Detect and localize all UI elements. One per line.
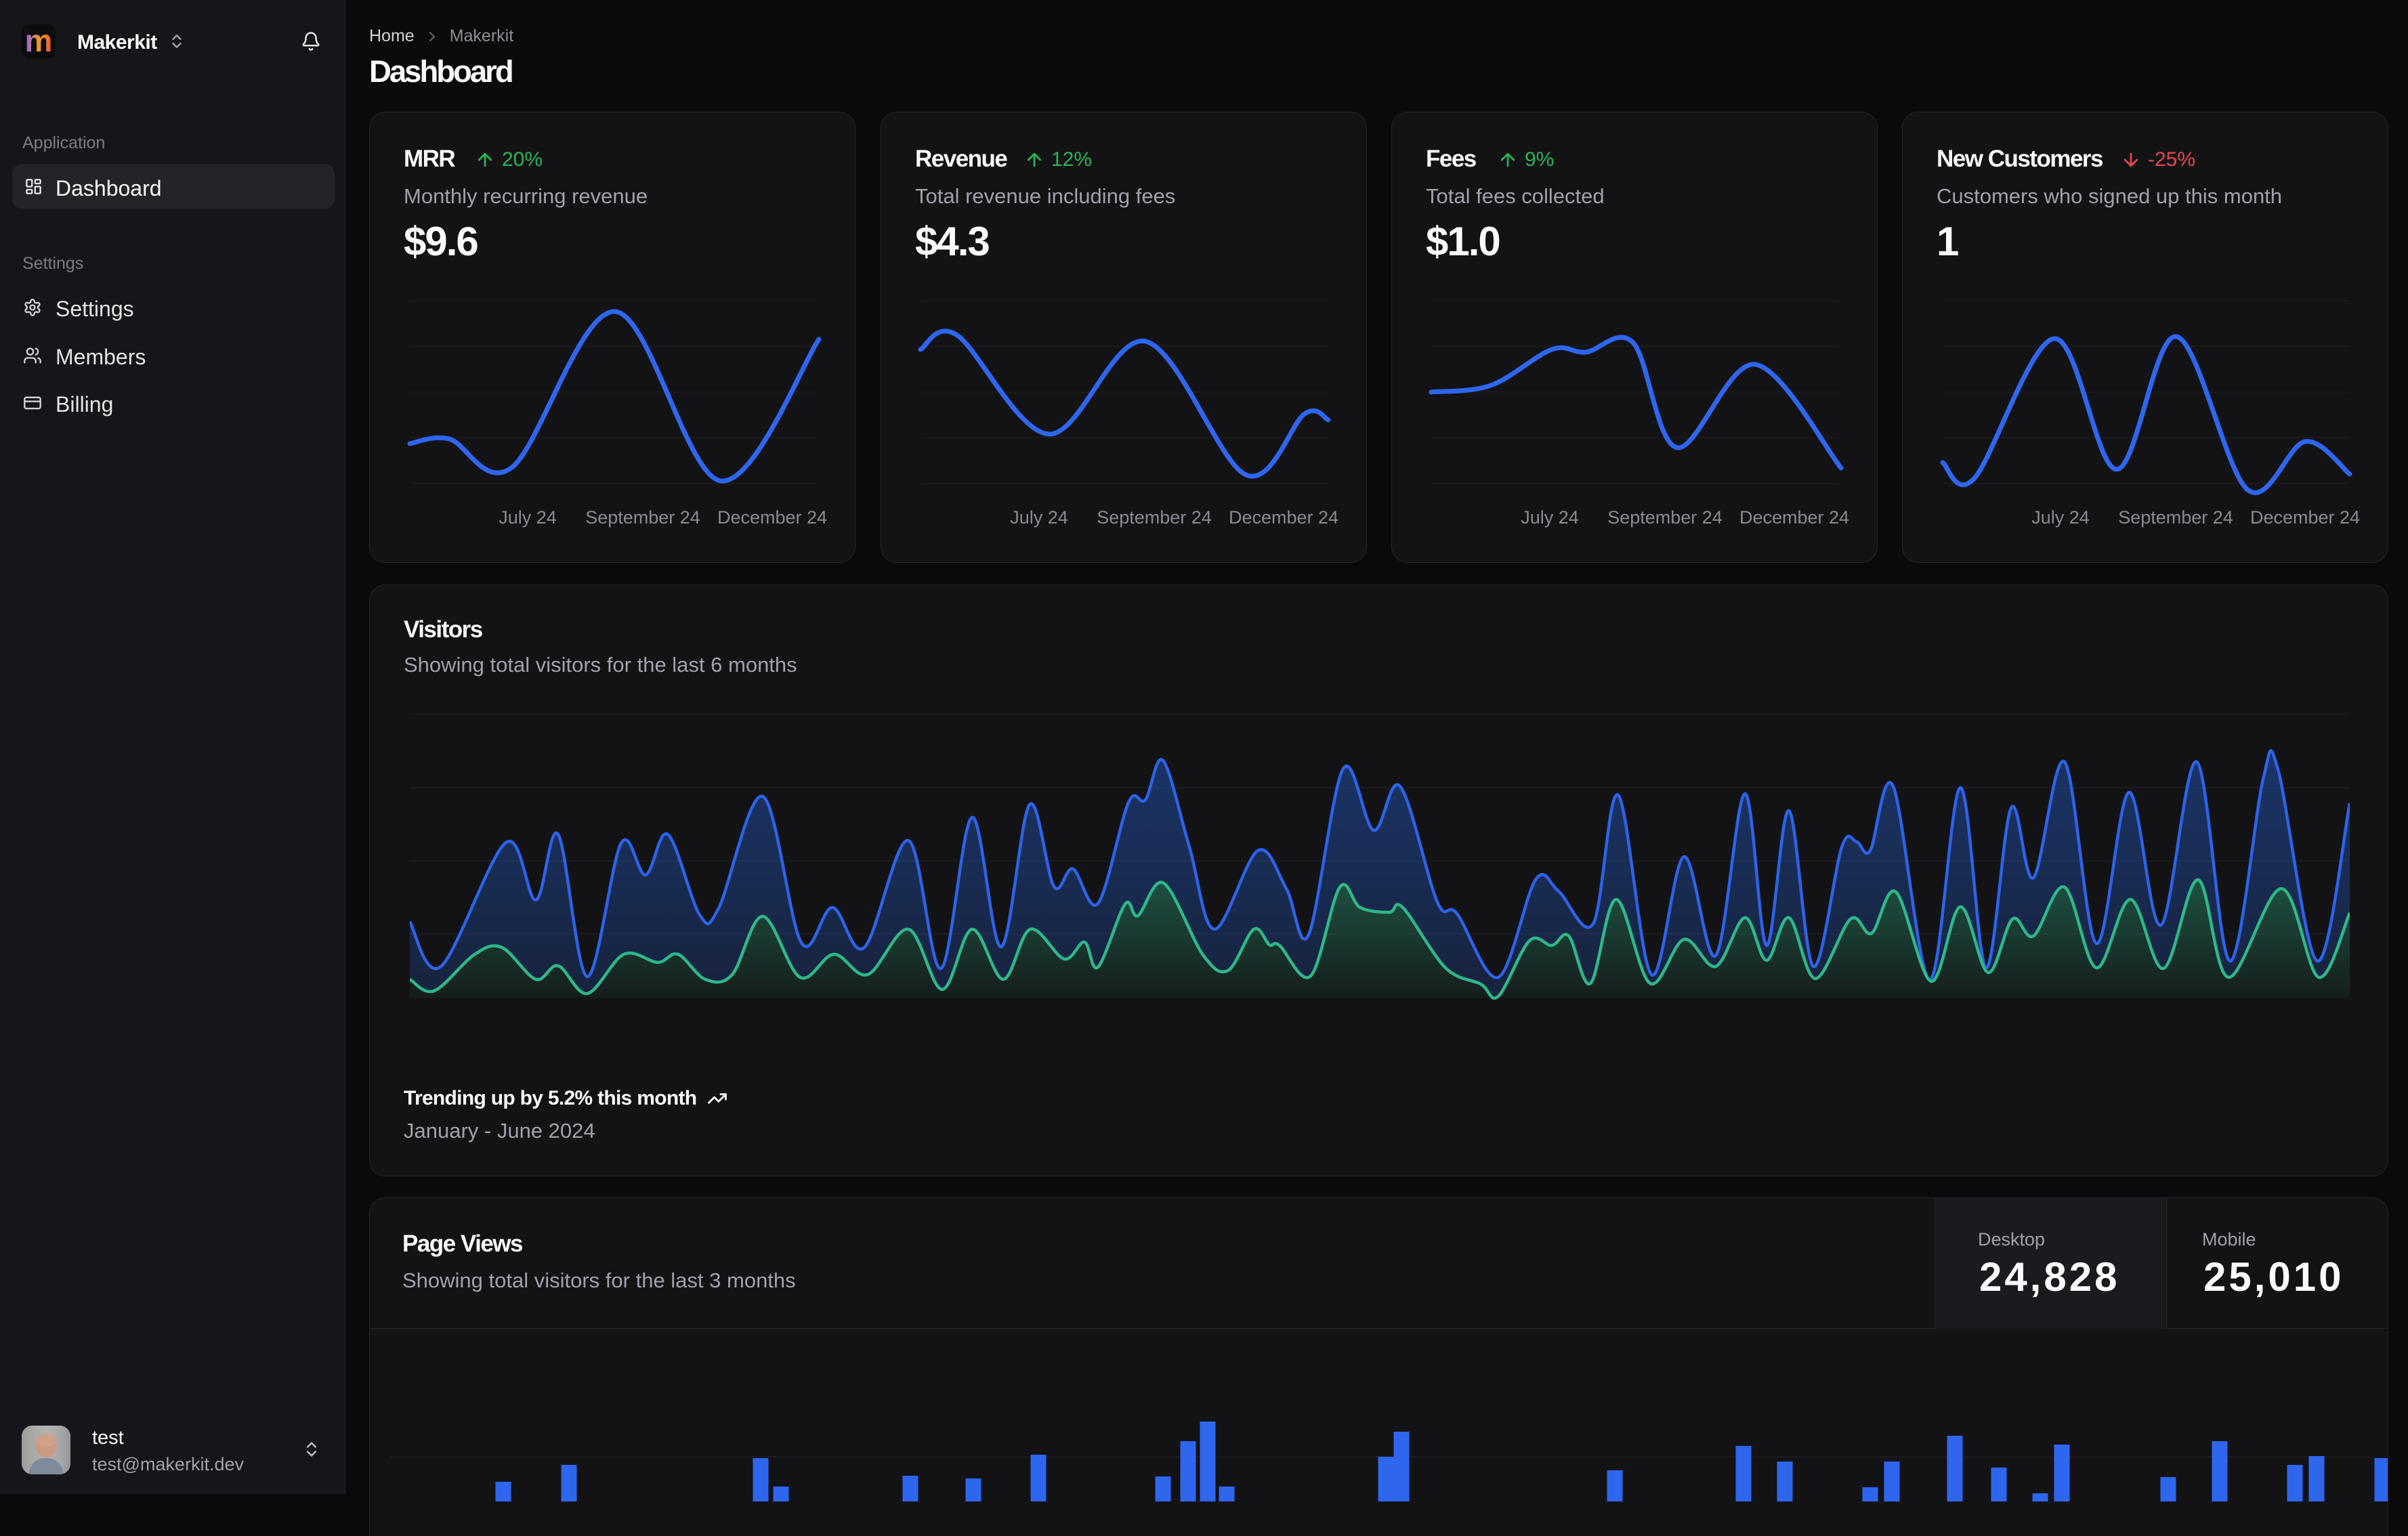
svg-text:m: m — [25, 24, 53, 58]
